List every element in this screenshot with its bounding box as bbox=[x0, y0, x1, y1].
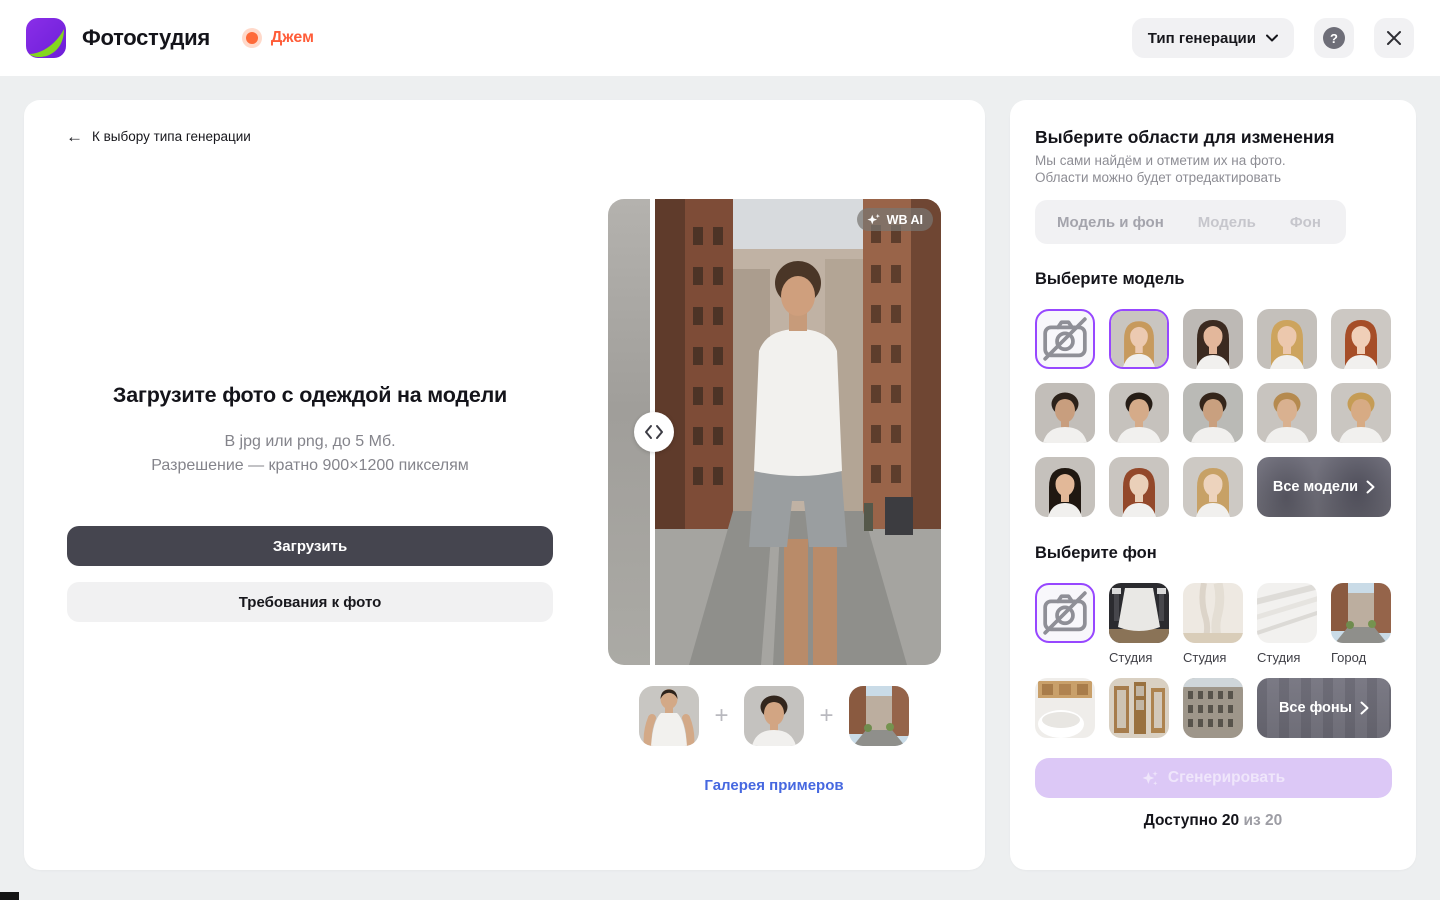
background-tile-fabric[interactable] bbox=[1183, 583, 1243, 643]
background-tile-studio[interactable] bbox=[1109, 583, 1169, 643]
background-tile-city[interactable] bbox=[1331, 583, 1391, 643]
sparkles-icon bbox=[867, 213, 881, 227]
background-label: Студия bbox=[1257, 650, 1317, 665]
generation-type-dropdown[interactable]: Тип генерации bbox=[1132, 18, 1294, 58]
recipe-thumbnails: + + bbox=[639, 686, 909, 746]
background-tile-wall[interactable] bbox=[1257, 583, 1317, 643]
model-tile-3[interactable] bbox=[1257, 309, 1317, 369]
photo-studio-app: Фотостудия Джем Тип генерации ? ← К выбо… bbox=[0, 0, 1440, 900]
model-tile-8[interactable] bbox=[1257, 383, 1317, 443]
app-logo-icon bbox=[26, 18, 66, 58]
background-cell-0 bbox=[1035, 583, 1095, 665]
model-tile-11[interactable] bbox=[1109, 457, 1169, 517]
segment-option-1[interactable]: Модель и фон bbox=[1057, 214, 1164, 231]
chevron-down-icon bbox=[1266, 34, 1278, 42]
background-tile-bath[interactable] bbox=[1035, 678, 1095, 738]
model-tile-1[interactable] bbox=[1109, 309, 1169, 369]
screen-corner-artifact bbox=[0, 892, 19, 900]
compare-after-image bbox=[655, 199, 941, 665]
examples-gallery-link[interactable]: Галерея примеров bbox=[639, 777, 909, 794]
model-grid: Все модели bbox=[1035, 309, 1391, 517]
models-heading: Выберите модель bbox=[1035, 270, 1185, 289]
upload-hint: В jpg или png, до 5 Мб. Разрешение — кра… bbox=[67, 430, 553, 478]
model-tile-4[interactable] bbox=[1331, 309, 1391, 369]
model-tile-6[interactable] bbox=[1109, 383, 1169, 443]
model-none-tile[interactable] bbox=[1035, 309, 1095, 369]
plus-icon: + bbox=[699, 702, 744, 730]
background-tile-vintage[interactable] bbox=[1109, 678, 1169, 738]
app-header: Фотостудия Джем Тип генерации ? bbox=[0, 0, 1440, 76]
background-label: Студия bbox=[1109, 650, 1169, 665]
header-actions: Тип генерации ? bbox=[1132, 18, 1414, 58]
sparkles-icon bbox=[1142, 770, 1159, 787]
settings-panel: Выберите области для изменения Мы сами н… bbox=[1010, 100, 1416, 870]
background-label: Город bbox=[1331, 650, 1391, 665]
compare-slider-handle[interactable] bbox=[634, 412, 674, 452]
model-tile-7[interactable] bbox=[1183, 383, 1243, 443]
jam-dot-icon bbox=[242, 28, 262, 48]
model-photo-thumbnail bbox=[744, 686, 804, 746]
background-grid-row2: Все фоны bbox=[1035, 678, 1391, 738]
upload-button[interactable]: Загрузить bbox=[67, 526, 553, 566]
credits-counter: Доступно 20 из 20 bbox=[1010, 812, 1416, 830]
all-models-button[interactable]: Все модели bbox=[1257, 457, 1391, 517]
help-button[interactable]: ? bbox=[1314, 18, 1354, 58]
question-icon: ? bbox=[1323, 27, 1345, 49]
close-icon bbox=[1386, 30, 1402, 46]
back-to-generation-type-link[interactable]: ← К выбору типа генерации bbox=[66, 128, 251, 145]
background-cell-3: Студия bbox=[1257, 583, 1317, 665]
areas-heading: Выберите области для изменения bbox=[1035, 127, 1334, 148]
page-title: Фотостудия bbox=[82, 25, 210, 51]
all-backgrounds-button[interactable]: Все фоны bbox=[1257, 678, 1391, 738]
chevron-right-icon bbox=[1366, 480, 1375, 494]
model-tile-5[interactable] bbox=[1035, 383, 1095, 443]
arrow-left-icon: ← bbox=[66, 128, 83, 145]
background-grid-row1: Студия Студия Студия Город bbox=[1035, 583, 1391, 665]
wb-ai-badge: WB AI bbox=[857, 208, 933, 231]
background-tile-facade[interactable] bbox=[1183, 678, 1243, 738]
areas-hint: Мы сами найдём и отметим их на фото. Обл… bbox=[1035, 153, 1286, 186]
generate-button[interactable]: Сгенерировать bbox=[1035, 758, 1392, 798]
chevron-right-icon bbox=[1360, 701, 1369, 715]
background-none-tile[interactable] bbox=[1035, 583, 1095, 643]
plus-icon: + bbox=[804, 702, 849, 730]
upload-panel: ← К выбору типа генерации Загрузите фото… bbox=[24, 100, 985, 870]
upload-heading: Загрузите фото с одеждой на модели bbox=[67, 383, 553, 408]
model-tile-9[interactable] bbox=[1331, 383, 1391, 443]
model-tile-12[interactable] bbox=[1183, 457, 1243, 517]
segmented-control: Модель и фон Модель Фон bbox=[1035, 200, 1346, 244]
background-cell-2: Студия bbox=[1183, 583, 1243, 665]
background-cell-4: Город bbox=[1331, 583, 1391, 665]
slider-chevrons-icon bbox=[644, 424, 664, 440]
before-after-compare: WB AI bbox=[608, 199, 941, 665]
background-photo-thumbnail bbox=[849, 686, 909, 746]
photo-requirements-button[interactable]: Требования к фото bbox=[67, 582, 553, 622]
segment-option-2[interactable]: Модель bbox=[1198, 214, 1256, 231]
background-label: Студия bbox=[1183, 650, 1243, 665]
segment-option-3[interactable]: Фон bbox=[1290, 214, 1321, 231]
model-tile-2[interactable] bbox=[1183, 309, 1243, 369]
backgrounds-heading: Выберите фон bbox=[1035, 544, 1157, 563]
jam-badge: Джем bbox=[242, 28, 314, 48]
close-button[interactable] bbox=[1374, 18, 1414, 58]
model-tile-10[interactable] bbox=[1035, 457, 1095, 517]
background-cell-1: Студия bbox=[1109, 583, 1169, 665]
clothing-photo-thumbnail bbox=[639, 686, 699, 746]
